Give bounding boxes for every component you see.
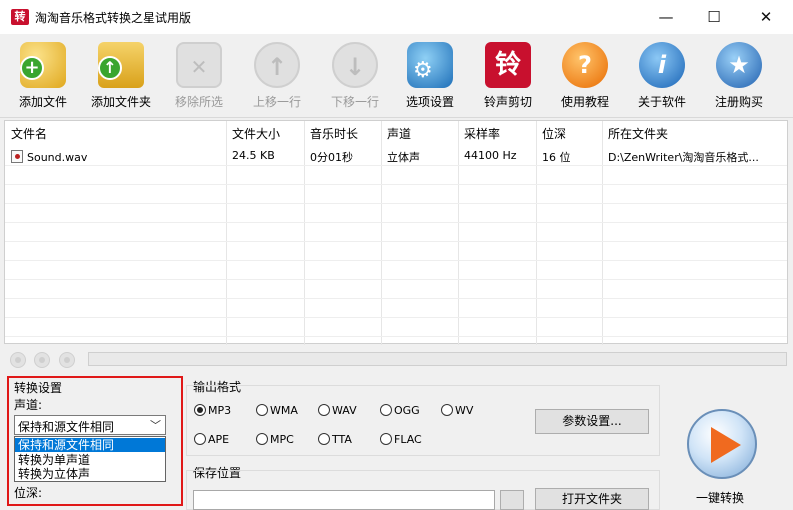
register-label: 注册购买 [714, 95, 763, 109]
convert-label[interactable]: 一键转换 [696, 489, 744, 506]
param-settings-button[interactable]: 参数设置... [535, 409, 649, 434]
info-icon: i [639, 42, 685, 88]
file-list-header: 文件名 文件大小 音乐时长 声道 采样率 位深 所在文件夹 [5, 121, 787, 145]
maximize-button[interactable]: ☐ [691, 0, 737, 34]
arrow-down-icon: ↓ [332, 42, 378, 88]
format-ogg-radio[interactable]: OGG [380, 402, 420, 417]
channel-select-value: 保持和源文件相同 [18, 420, 115, 434]
file-channel: 立体声 [387, 151, 420, 164]
add-file-icon: + [20, 42, 66, 88]
column-header[interactable]: 文件大小 [232, 125, 280, 142]
add-file-button[interactable]: + 添加文件 [4, 38, 82, 116]
stop-button[interactable] [59, 352, 75, 368]
file-samplerate: 44100 Hz [464, 149, 517, 162]
toolbar: + 添加文件 ↑ 添加文件夹 ✕ 移除所选 ↑ 上移一行 ↓ 下移一行 ⚙ 选项… [0, 34, 793, 118]
format-tta-radio[interactable]: TTA [318, 431, 352, 446]
open-folder-button[interactable]: 打开文件夹 [535, 488, 649, 510]
save-path-input[interactable] [193, 490, 495, 510]
column-header[interactable]: 位深 [542, 125, 566, 142]
tutorial-label: 使用教程 [560, 95, 609, 109]
ringtone-label: 铃声剪切 [483, 95, 532, 109]
close-button[interactable]: ✕ [743, 0, 789, 34]
convert-settings-title: 转换设置 [14, 381, 63, 395]
file-list[interactable]: 文件名 文件大小 音乐时长 声道 采样率 位深 所在文件夹 Sound.wav … [4, 120, 788, 345]
bitdepth-label: 位深: [14, 486, 43, 500]
move-up-label: 上移一行 [252, 95, 301, 109]
window-title: 淘淘音乐格式转换之星试用版 [35, 11, 192, 25]
file-folder: D:\ZenWriter\淘淘音乐格式... [608, 151, 759, 164]
ringtone-icon: 铃 [485, 42, 531, 88]
title-bar: 转 淘淘音乐格式转换之星试用版 — ☐ ✕ [0, 0, 793, 34]
app-icon: 转 [11, 9, 29, 25]
format-wav-radio[interactable]: WAV [318, 402, 357, 417]
pause-button[interactable] [34, 352, 50, 368]
channel-option[interactable]: 保持和源文件相同 [15, 438, 165, 452]
file-size: 24.5 KB [232, 149, 275, 162]
remove-selected-label: 移除所选 [174, 95, 223, 109]
format-wma-radio[interactable]: WMA [256, 402, 298, 417]
channel-option[interactable]: 转换为立体声 [15, 467, 165, 481]
format-wv-radio[interactable]: WV [441, 402, 473, 417]
options-button[interactable]: ⚙ 选项设置 [391, 38, 469, 116]
register-icon: ★ [716, 42, 762, 88]
channel-dropdown: 保持和源文件相同 转换为单声道 转换为立体声 [14, 436, 166, 482]
settings-icon: ⚙ [407, 42, 453, 88]
minimize-button[interactable]: — [643, 0, 689, 34]
remove-icon: ✕ [176, 42, 222, 88]
move-down-button[interactable]: ↓ 下移一行 [316, 38, 394, 116]
add-folder-icon: ↑ [98, 42, 144, 88]
remove-selected-button[interactable]: ✕ 移除所选 [160, 38, 238, 116]
browse-button[interactable] [500, 490, 524, 510]
convert-icon[interactable] [687, 409, 757, 479]
options-label: 选项设置 [405, 95, 454, 109]
format-ape-radio[interactable]: APE [194, 431, 229, 446]
format-mpc-radio[interactable]: MPC [256, 431, 294, 446]
move-up-button[interactable]: ↑ 上移一行 [238, 38, 316, 116]
file-bitdepth: 16 位 [542, 151, 571, 164]
file-duration: 0分01秒 [310, 151, 353, 164]
about-label: 关于软件 [637, 95, 686, 109]
column-header[interactable]: 文件名 [11, 125, 47, 142]
channel-label: 声道: [14, 398, 43, 412]
register-button[interactable]: ★ 注册购买 [700, 38, 778, 116]
playback-progress[interactable] [88, 352, 787, 366]
chevron-down-icon: ﹀ [150, 419, 161, 432]
tutorial-button[interactable]: ? 使用教程 [546, 38, 624, 116]
channel-option[interactable]: 转换为单声道 [15, 453, 165, 467]
move-down-label: 下移一行 [330, 95, 379, 109]
file-name: Sound.wav [27, 151, 88, 164]
play-button[interactable] [10, 352, 26, 368]
ringtone-button[interactable]: 铃 铃声剪切 [469, 38, 547, 116]
player-bar [4, 346, 788, 372]
channel-select[interactable]: 保持和源文件相同 ﹀ [14, 415, 166, 435]
help-icon: ? [562, 42, 608, 88]
table-row[interactable]: Sound.wav 24.5 KB 0分01秒 立体声 44100 Hz 16 … [5, 146, 787, 165]
column-header[interactable]: 声道 [387, 125, 411, 142]
format-flac-radio[interactable]: FLAC [380, 431, 422, 446]
column-header[interactable]: 采样率 [464, 125, 500, 142]
about-button[interactable]: i 关于软件 [623, 38, 701, 116]
add-folder-button[interactable]: ↑ 添加文件夹 [82, 38, 160, 116]
add-file-label: 添加文件 [18, 95, 67, 109]
arrow-up-icon: ↑ [254, 42, 300, 88]
add-folder-label: 添加文件夹 [90, 95, 151, 109]
format-mp3-radio[interactable]: MP3 [194, 402, 231, 417]
column-header[interactable]: 所在文件夹 [608, 125, 668, 142]
audio-file-icon [11, 150, 23, 163]
column-header[interactable]: 音乐时长 [310, 125, 358, 142]
